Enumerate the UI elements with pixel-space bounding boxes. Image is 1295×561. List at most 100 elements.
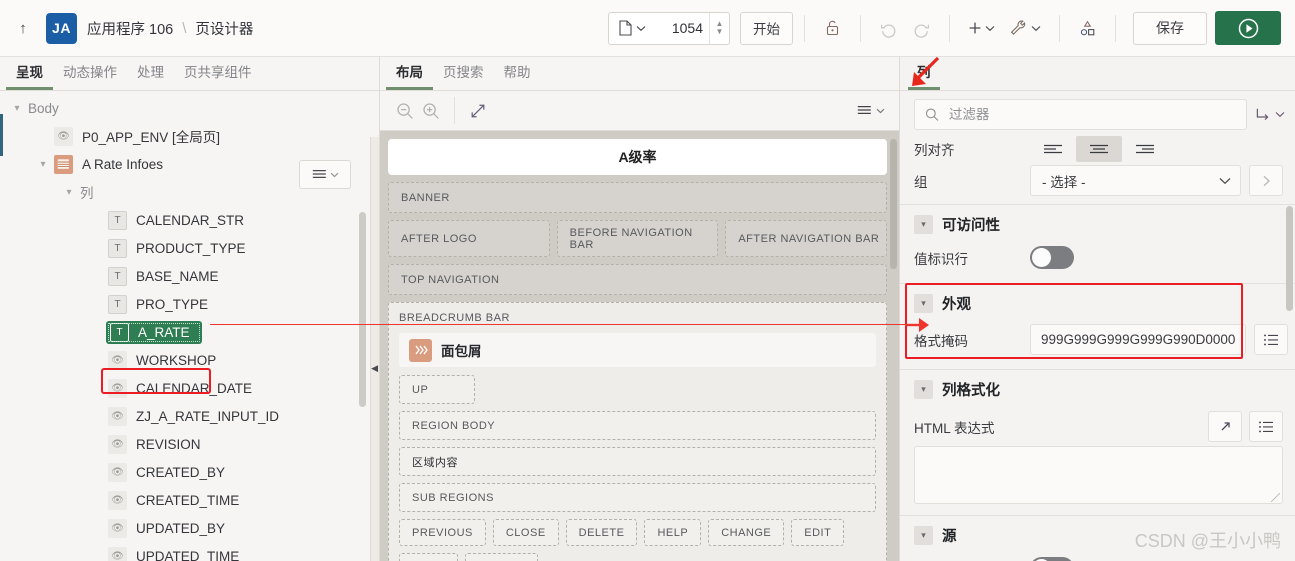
- section-accessibility[interactable]: ▾ 可访问性: [900, 205, 1295, 242]
- value-identifies-row-toggle[interactable]: [1030, 246, 1074, 269]
- slot-button-help[interactable]: HELP: [644, 519, 702, 546]
- html-expression-textarea[interactable]: [914, 446, 1283, 504]
- chevron-down-icon[interactable]: ▾: [6, 103, 28, 114]
- breadcrumb-bar-region[interactable]: BREADCRUMB BAR 面包屑 UP REGION BODY 区域内容 S…: [388, 302, 887, 561]
- property-filter[interactable]: [914, 99, 1247, 130]
- slot-button-delete[interactable]: DELETE: [565, 519, 638, 546]
- chevron-down-icon[interactable]: ▾: [914, 215, 933, 234]
- undo-icon[interactable]: [872, 12, 905, 45]
- tree-item-updated-time[interactable]: 👁 UPDATED_TIME: [0, 542, 379, 561]
- tree-item-created-time[interactable]: 👁 CREATED_TIME: [0, 486, 379, 514]
- unlock-icon[interactable]: [816, 12, 849, 45]
- canvas-page-title[interactable]: A级率: [388, 139, 887, 175]
- app-logo[interactable]: JA: [46, 12, 77, 44]
- shapes-icon[interactable]: [1071, 12, 1104, 45]
- slot-button-previous[interactable]: PREVIOUS: [399, 519, 486, 546]
- chevron-down-icon[interactable]: ▾: [58, 187, 80, 198]
- tab-shared-components[interactable]: 页共享组件: [174, 65, 262, 90]
- tree-item-base-name[interactable]: T BASE_NAME: [0, 262, 379, 290]
- slot-region-content[interactable]: 区域内容: [399, 447, 876, 476]
- tree-item-pro-type[interactable]: T PRO_TYPE: [0, 290, 379, 318]
- group-select[interactable]: - 选择 -: [1030, 165, 1241, 196]
- page-canvas[interactable]: A级率 BANNER AFTER LOGO BEFORE NAVIGATION …: [380, 131, 899, 561]
- section-source[interactable]: ▾ 源: [900, 516, 1295, 553]
- tree-item-body[interactable]: ▾ Body: [0, 94, 379, 122]
- expand-icon[interactable]: [465, 98, 491, 124]
- tree-item-revision[interactable]: 👁 REVISION: [0, 430, 379, 458]
- tree-item-workshop[interactable]: 👁 WORKSHOP: [0, 346, 379, 374]
- section-column-formatting[interactable]: ▾ 列格式化: [900, 370, 1295, 407]
- slot-banner[interactable]: BANNER: [388, 182, 887, 213]
- tree-scrollbar[interactable]: [359, 212, 366, 407]
- redo-icon[interactable]: [905, 12, 938, 45]
- left-panel-collapse-handle[interactable]: [370, 137, 379, 561]
- tree-menu-button[interactable]: [299, 160, 351, 189]
- slot-before-navigation-bar[interactable]: BEFORE NAVIGATION BAR: [556, 220, 719, 257]
- stepper-down-icon[interactable]: ▼: [716, 28, 724, 36]
- zoom-in-icon[interactable]: [418, 98, 444, 124]
- tab-processing[interactable]: 处理: [127, 65, 174, 90]
- slot-button-change[interactable]: CHANGE: [708, 519, 785, 546]
- tab-page-search[interactable]: 页搜索: [433, 65, 494, 90]
- section-appearance[interactable]: ▾ 外观: [900, 284, 1295, 321]
- selected-node-pill[interactable]: T A_RATE: [106, 320, 202, 344]
- page-icon-group[interactable]: [609, 20, 653, 36]
- breadcrumb-region-item[interactable]: 面包屑: [399, 333, 876, 367]
- canvas-scrollbar[interactable]: [890, 139, 897, 269]
- property-panel-scrollbar[interactable]: [1286, 206, 1293, 311]
- save-button[interactable]: 保存: [1133, 11, 1207, 45]
- chevron-down-icon[interactable]: ▾: [914, 294, 933, 313]
- chevron-down-icon[interactable]: ▾: [914, 526, 933, 545]
- start-button[interactable]: 开始: [740, 11, 793, 45]
- slot-after-navigation-bar[interactable]: AFTER NAVIGATION BAR: [725, 220, 888, 257]
- primary-key-toggle[interactable]: [1030, 557, 1074, 561]
- run-button[interactable]: [1215, 11, 1281, 45]
- slot-region-body[interactable]: REGION BODY: [399, 411, 876, 440]
- page-number-input[interactable]: 1054: [653, 20, 709, 36]
- page-selector[interactable]: 1054 ▲ ▼: [608, 11, 730, 45]
- tab-layout[interactable]: 布局: [386, 65, 433, 90]
- group-next-button[interactable]: [1249, 165, 1283, 196]
- tab-column-properties[interactable]: 列: [908, 65, 940, 90]
- left-panel-collapse-icon[interactable]: ◀: [371, 363, 378, 374]
- format-mask-input[interactable]: 999G999G999G999G990D0000: [1030, 324, 1247, 355]
- tree-item-p0-app-env[interactable]: 👁 P0_APP_ENV [全局页]: [0, 122, 379, 150]
- tree-item-updated-by[interactable]: 👁 UPDATED_BY: [0, 514, 379, 542]
- slot-button-copy[interactable]: COPY: [399, 553, 459, 561]
- tree-item-product-type[interactable]: T PRODUCT_TYPE: [0, 234, 379, 262]
- slot-button-edit[interactable]: EDIT: [791, 519, 845, 546]
- quick-pick-button[interactable]: [1255, 107, 1285, 122]
- slot-sub-regions[interactable]: SUB REGIONS: [399, 483, 876, 512]
- search-input[interactable]: [946, 106, 1236, 123]
- breadcrumb-page-link[interactable]: 页设计器: [195, 18, 253, 39]
- html-expression-picker-button[interactable]: [1249, 411, 1283, 442]
- utilities-button[interactable]: [1002, 12, 1048, 45]
- align-right-icon[interactable]: [1122, 136, 1168, 162]
- breadcrumb-app-link[interactable]: 应用程序 106: [87, 18, 173, 39]
- tab-dynamic-actions[interactable]: 动态操作: [53, 65, 127, 90]
- up-arrow-icon[interactable]: ↑: [10, 15, 36, 41]
- format-mask-picker-button[interactable]: [1254, 324, 1289, 355]
- zoom-out-icon[interactable]: [392, 98, 418, 124]
- chevron-down-icon[interactable]: ▾: [32, 159, 54, 170]
- slot-button-close[interactable]: CLOSE: [492, 519, 559, 546]
- tab-help[interactable]: 帮助: [494, 65, 541, 90]
- tab-rendering[interactable]: 呈现: [6, 65, 53, 90]
- tree-item-a-rate[interactable]: T A_RATE: [0, 318, 379, 346]
- slot-button-create[interactable]: CREATE: [465, 553, 538, 561]
- add-component-button[interactable]: [961, 12, 1002, 45]
- chevron-down-icon[interactable]: ▾: [914, 380, 933, 399]
- slot-after-logo[interactable]: AFTER LOGO: [388, 220, 550, 257]
- tree-item-calendar-date[interactable]: 👁 CALENDAR_DATE: [0, 374, 379, 402]
- slot-top-navigation[interactable]: TOP NAVIGATION: [388, 264, 887, 295]
- center-menu-button[interactable]: [857, 98, 885, 124]
- slot-up[interactable]: UP: [399, 375, 475, 404]
- tree-item-created-by[interactable]: 👁 CREATED_BY: [0, 458, 379, 486]
- page-number-stepper[interactable]: ▲ ▼: [709, 12, 729, 44]
- align-left-icon[interactable]: [1030, 136, 1076, 162]
- resize-grip-icon[interactable]: [1271, 493, 1280, 502]
- tree-item-zj-a-rate-input-id[interactable]: 👁 ZJ_A_RATE_INPUT_ID: [0, 402, 379, 430]
- html-expression-expand-button[interactable]: [1208, 411, 1242, 442]
- tree-item-calendar-str[interactable]: T CALENDAR_STR: [0, 206, 379, 234]
- column-alignment-group[interactable]: [1030, 136, 1168, 162]
